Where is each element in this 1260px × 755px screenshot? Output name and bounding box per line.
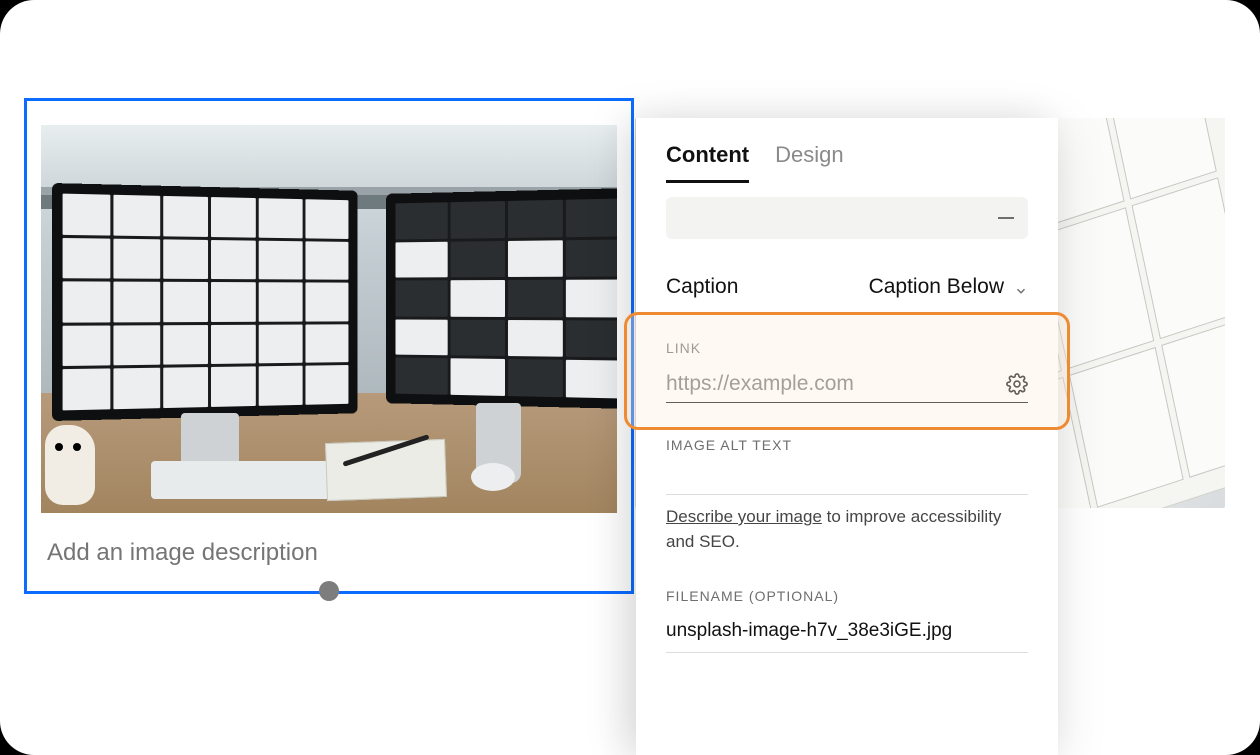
editor-canvas: Content Design Caption Caption Below LIN… (0, 0, 1260, 755)
chevron-down-icon (1014, 280, 1028, 294)
app-frame: Content Design Caption Caption Below LIN… (0, 0, 1260, 755)
image-options-panel: Content Design Caption Caption Below LIN… (636, 118, 1058, 755)
resize-handle[interactable] (319, 581, 339, 601)
alt-helper-text: Describe your image to improve accessibi… (666, 505, 1028, 554)
alt-section-title: IMAGE ALT TEXT (666, 437, 1028, 453)
link-section-title: LINK (666, 340, 1028, 356)
link-field (666, 364, 1028, 403)
caption-mode-value: Caption Below (869, 275, 1004, 299)
selected-image-block[interactable] (24, 98, 634, 594)
link-url-input[interactable] (666, 372, 1006, 396)
collapsed-field[interactable] (666, 197, 1028, 239)
tab-content[interactable]: Content (666, 142, 749, 183)
gear-icon[interactable] (1006, 373, 1028, 395)
filename-section-title: FILENAME (OPTIONAL) (666, 588, 1028, 604)
image-preview[interactable] (41, 125, 617, 513)
alt-text-input[interactable] (666, 461, 1028, 495)
tab-design[interactable]: Design (775, 142, 843, 183)
caption-label: Caption (666, 275, 738, 299)
caption-row[interactable]: Caption Caption Below (666, 267, 1028, 314)
panel-tabs: Content Design (666, 142, 1028, 183)
describe-image-link[interactable]: Describe your image (666, 507, 822, 526)
filename-input[interactable] (666, 610, 1028, 653)
image-description-input[interactable] (47, 539, 611, 567)
